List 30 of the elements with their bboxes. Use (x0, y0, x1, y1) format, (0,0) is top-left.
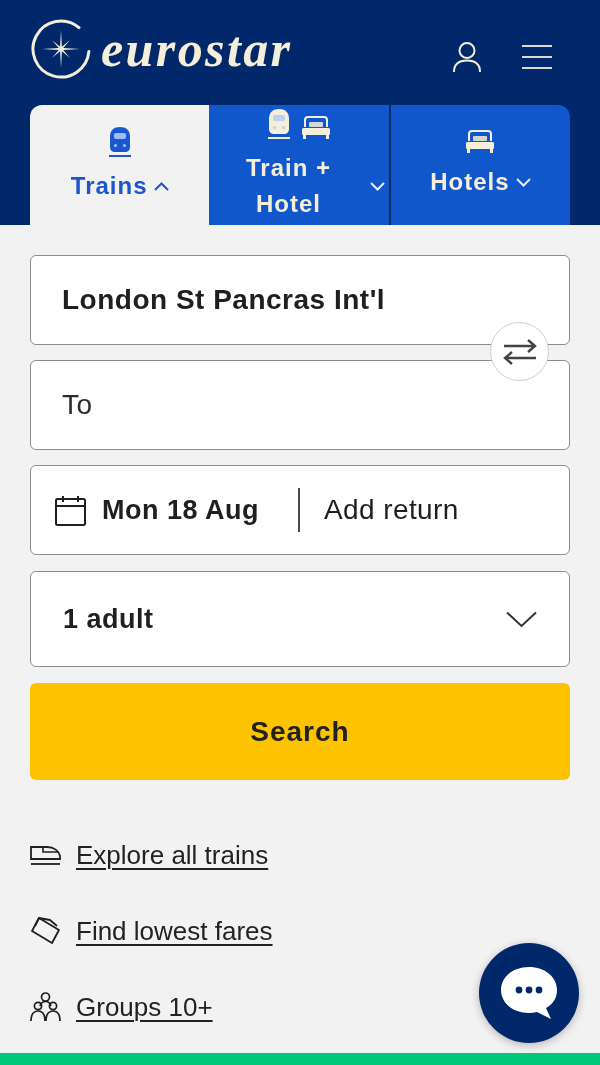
train-side-icon (30, 843, 61, 867)
menu-button[interactable] (522, 44, 552, 70)
origin-field[interactable]: London St Pancras Int'l (30, 255, 570, 345)
chevron-down-icon (506, 610, 537, 628)
group-icon (30, 992, 61, 1022)
user-icon (452, 41, 482, 73)
passengers-select[interactable]: 1 adult (30, 571, 570, 667)
train-icon (266, 108, 293, 140)
account-button[interactable] (452, 41, 482, 73)
train-icon (106, 126, 133, 158)
tab[interactable]: Trains (30, 105, 210, 225)
swap-icon (501, 338, 538, 365)
destination-field[interactable]: To (30, 360, 570, 450)
calendar-icon (55, 494, 86, 526)
search-button[interactable]: Search (30, 683, 570, 780)
menu-icon (522, 44, 552, 70)
add-return-button[interactable]: Add return (300, 466, 569, 554)
chat-bubble-icon (499, 965, 559, 1021)
tickets-icon (30, 916, 61, 946)
chat-button[interactable] (479, 943, 579, 1043)
tab[interactable]: Train + Hotel (209, 105, 389, 225)
quick-link[interactable]: Find lowest fares (30, 906, 273, 956)
eurostar-logo[interactable]: eurostar (30, 18, 293, 86)
quick-link[interactable]: Groups 10+ (30, 982, 213, 1032)
departure-date-button[interactable]: Mon 18 Aug (31, 466, 298, 554)
quick-link[interactable]: Explore all trains (30, 830, 269, 880)
star-logo-icon (30, 18, 92, 80)
bed-icon (301, 116, 332, 140)
tab[interactable]: Hotels (388, 105, 570, 225)
bed-icon (465, 130, 496, 154)
